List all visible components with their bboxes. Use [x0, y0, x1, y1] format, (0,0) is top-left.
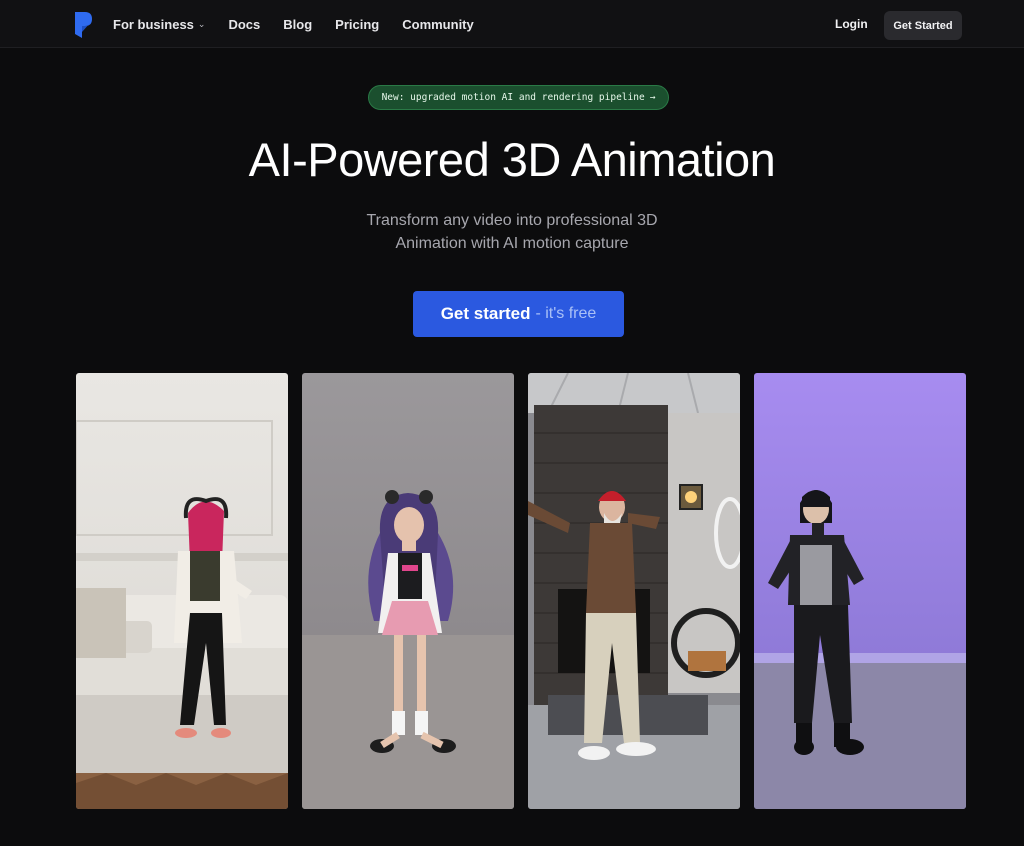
hero-subtitle-line2: Animation with AI motion capture [395, 235, 629, 252]
get-started-free-button[interactable]: Get started - it's free [413, 291, 624, 337]
nav-links: For business ⌄ Docs Blog Pricing Communi… [113, 0, 474, 48]
nav-for-business[interactable]: For business ⌄ [113, 17, 205, 32]
nav-get-started-button[interactable]: Get Started [884, 11, 962, 40]
nav-community[interactable]: Community [402, 17, 474, 32]
nav-blog[interactable]: Blog [283, 17, 312, 32]
gallery-card-anime-boy-avatar [754, 373, 966, 809]
cta-main-label: Get started [440, 304, 531, 323]
announcement-badge[interactable]: New: upgraded motion AI and rendering pi… [368, 85, 669, 110]
nav-for-business-label: For business [113, 16, 194, 32]
announcement-text: New: upgraded motion AI and rendering pi… [381, 92, 645, 103]
gallery-card-real-man-dancer [528, 373, 740, 809]
anime-boy-avatar-image [754, 373, 966, 809]
gallery-card-real-dancer-woman [76, 373, 288, 809]
login-link[interactable]: Login [835, 17, 868, 31]
hero-subtitle: Transform any video into professional 3D… [312, 209, 712, 255]
brand-logo-icon[interactable] [73, 11, 93, 39]
hero-subtitle-line1: Transform any video into professional 3D [366, 212, 658, 229]
chevron-down-icon: ⌄ [197, 18, 206, 29]
arrow-right-icon: → [649, 92, 656, 103]
real-man-dancer-image [528, 373, 740, 809]
top-navbar: For business ⌄ Docs Blog Pricing Communi… [0, 0, 1024, 48]
nav-pricing[interactable]: Pricing [335, 17, 379, 32]
cta-suffix-label: - it's free [535, 305, 597, 322]
gallery-card-anime-girl-avatar [302, 373, 514, 809]
hero-title: AI-Powered 3D Animation [248, 133, 776, 186]
real-dancer-woman-image [76, 373, 288, 809]
anime-girl-avatar-image [302, 373, 514, 809]
nav-docs[interactable]: Docs [228, 17, 260, 32]
